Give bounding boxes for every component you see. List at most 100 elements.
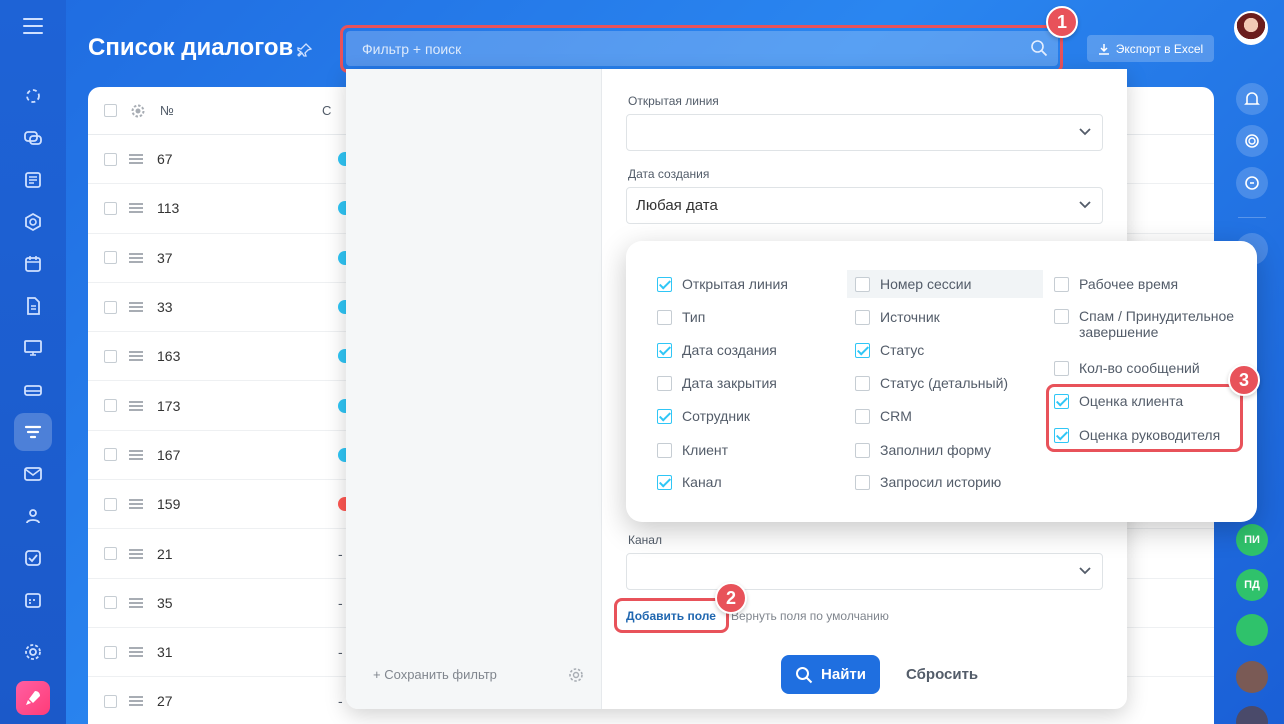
checkbox[interactable] [657,343,672,358]
checkbox[interactable] [1054,309,1069,324]
row-checkbox[interactable] [104,645,117,659]
checkbox[interactable] [657,277,672,292]
field-option[interactable]: Источник [855,309,940,325]
notifications-icon[interactable] [1236,83,1268,115]
nav-mail-icon[interactable] [14,455,52,493]
drag-handle-icon[interactable] [129,548,143,559]
checkbox[interactable] [657,376,672,391]
row-checkbox[interactable] [104,251,117,265]
rocket-icon[interactable] [16,681,50,715]
user-avatar-2[interactable] [1236,661,1268,693]
field-option[interactable]: Канал [657,474,722,490]
menu-icon[interactable] [23,18,43,34]
row-number[interactable]: 27 [157,693,217,709]
row-number[interactable]: 21 [157,546,217,562]
nav-document-icon[interactable] [14,287,52,325]
pin-icon[interactable] [297,42,313,58]
drag-handle-icon[interactable] [129,351,143,362]
checkbox[interactable] [855,277,870,292]
drag-handle-icon[interactable] [129,203,143,214]
checkbox[interactable] [1054,277,1069,292]
nav-hexagon-icon[interactable] [14,203,52,241]
drag-handle-icon[interactable] [129,154,143,165]
field-option[interactable]: Рабочее время [1054,276,1178,292]
row-checkbox[interactable] [104,596,117,610]
drag-handle-icon[interactable] [129,696,143,707]
user-avatar-3[interactable] [1236,706,1268,724]
field-option[interactable]: Сотрудник [657,408,750,424]
row-checkbox[interactable] [104,152,117,166]
nav-people-icon[interactable] [14,497,52,535]
nav-tasks-icon[interactable] [14,539,52,577]
nav-news-icon[interactable] [14,161,52,199]
nav-schedule-icon[interactable] [14,581,52,619]
select-all-checkbox[interactable] [104,104,117,117]
row-checkbox[interactable] [104,399,117,413]
nav-board-icon[interactable] [14,329,52,367]
nav-chat-icon[interactable] [14,119,52,157]
filter-settings-icon[interactable] [568,667,584,683]
checkbox[interactable] [657,310,672,325]
nav-drive-icon[interactable] [14,371,52,409]
row-number[interactable]: 31 [157,644,217,660]
user-pi[interactable]: ПИ [1236,524,1268,556]
field-option[interactable]: Спам / Принудительное завершение [1054,308,1244,340]
field-option[interactable]: Статус (детальный) [855,375,1008,391]
gear-icon[interactable] [131,104,145,118]
checkbox[interactable] [657,475,672,490]
user-avatar[interactable] [1234,11,1268,45]
nav-feed-icon[interactable] [14,77,52,115]
drag-handle-icon[interactable] [129,252,143,263]
nav-settings-icon[interactable] [14,633,52,671]
checkbox[interactable] [1054,361,1069,376]
copilot-icon[interactable] [1236,125,1268,157]
row-number[interactable]: 163 [157,348,217,364]
row-number[interactable]: 37 [157,250,217,266]
row-number[interactable]: 173 [157,398,217,414]
row-number[interactable]: 167 [157,447,217,463]
channel-select[interactable] [626,553,1103,590]
open-line-select[interactable] [626,114,1103,151]
drag-handle-icon[interactable] [129,400,143,411]
row-number[interactable]: 33 [157,299,217,315]
search-chat-icon[interactable] [1236,167,1268,199]
drag-handle-icon[interactable] [129,647,143,658]
drag-handle-icon[interactable] [129,302,143,313]
checkbox[interactable] [855,443,870,458]
user-pd[interactable]: ПД [1236,569,1268,601]
checkbox[interactable] [855,409,870,424]
reset-button[interactable]: Сбросить [906,666,978,683]
field-option[interactable]: Открытая линия [657,276,788,292]
row-checkbox[interactable] [104,547,117,561]
row-checkbox[interactable] [104,349,117,363]
field-option[interactable]: Запросил историю [855,474,1001,490]
row-number[interactable]: 35 [157,595,217,611]
field-option[interactable]: Заполнил форму [855,442,991,458]
restore-default-fields-link[interactable]: Вернуть поля по умолчанию [731,609,889,623]
field-option[interactable]: Дата создания [657,342,777,358]
checkbox[interactable] [855,310,870,325]
checkbox[interactable] [855,475,870,490]
user-doc[interactable] [1236,614,1268,646]
save-filter-button[interactable]: + Сохранить фильтр [373,667,497,682]
row-checkbox[interactable] [104,497,117,511]
field-option[interactable]: Кол-во сообщений [1054,360,1200,376]
field-option[interactable]: Статус [855,342,924,358]
row-number[interactable]: 113 [157,200,217,216]
column-c[interactable]: С [322,103,331,118]
drag-handle-icon[interactable] [129,499,143,510]
checkbox[interactable] [657,409,672,424]
checkbox[interactable] [657,443,672,458]
column-number[interactable]: № [160,103,320,118]
field-option[interactable]: Клиент [657,442,728,458]
export-excel-button[interactable]: Экспорт в Excel [1087,35,1214,62]
checkbox[interactable] [855,376,870,391]
field-option[interactable]: Дата закрытия [657,375,777,391]
field-option[interactable]: CRM [855,408,912,424]
row-checkbox[interactable] [104,201,117,215]
row-number[interactable]: 159 [157,496,217,512]
date-created-select[interactable]: Любая дата [626,187,1103,224]
row-checkbox[interactable] [104,300,117,314]
nav-openlines-icon[interactable] [14,413,52,451]
row-checkbox[interactable] [104,694,117,708]
